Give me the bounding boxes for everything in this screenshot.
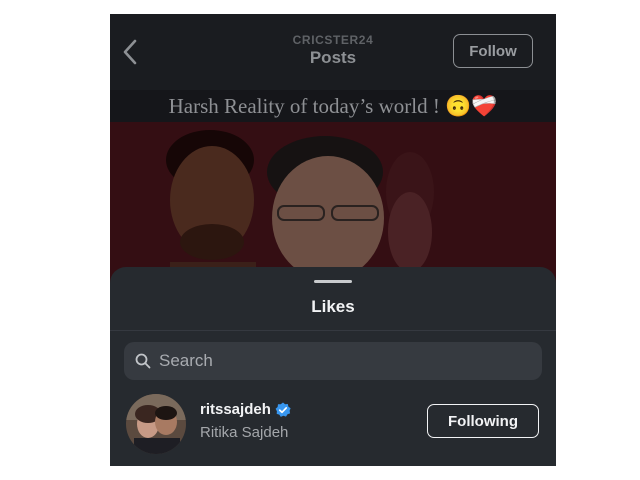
follow-button[interactable]: Follow (453, 34, 533, 68)
post-image[interactable]: Harsh Reality of today’s world ! 🙃❤️‍🩹 (110, 90, 556, 290)
like-username[interactable]: ritssajdeh (200, 401, 271, 418)
likes-title: Likes (311, 297, 355, 316)
like-row[interactable]: ritssajdeh Ritika Sajdeh Following (110, 390, 556, 456)
following-button[interactable]: Following (427, 404, 539, 438)
like-full-name: Ritika Sajdeh (200, 424, 289, 441)
username-line: ritssajdeh (200, 401, 291, 418)
top-bar: CRICSTER24 Posts Follow (110, 14, 556, 90)
sheet-grabber[interactable] (314, 280, 352, 283)
likes-sheet: Likes ritssajdeh (110, 267, 556, 466)
search-bar[interactable] (124, 342, 542, 380)
phone-screen: CRICSTER24 Posts Follow Harsh Reality of… (110, 14, 556, 466)
caption-band: Harsh Reality of today’s world ! 🙃❤️‍🩹 (110, 90, 556, 122)
sheet-divider (110, 330, 556, 331)
avatar[interactable] (126, 394, 186, 454)
verified-badge-icon (275, 402, 291, 417)
search-icon (135, 353, 151, 369)
post-caption: Harsh Reality of today’s world ! 🙃❤️‍🩹 (168, 94, 498, 118)
post-photo (110, 122, 556, 290)
search-input[interactable] (159, 342, 519, 380)
